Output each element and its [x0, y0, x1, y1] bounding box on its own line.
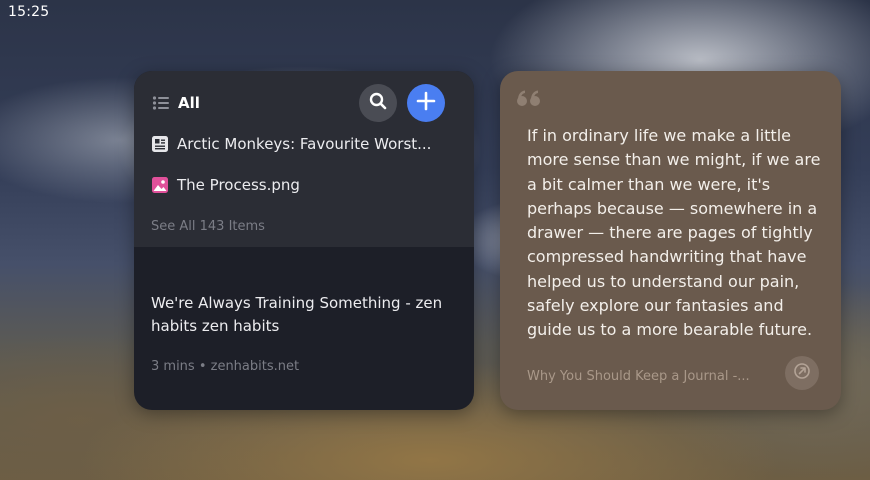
filter-header[interactable]: All	[152, 91, 200, 115]
library-list-section: All Arctic Monkeys: Favourite Worst... T…	[134, 71, 474, 247]
list-item-title: Arctic Monkeys: Favourite Worst...	[177, 135, 432, 153]
featured-article-meta: 3 mins • zenhabits.net	[151, 359, 300, 374]
search-icon	[368, 91, 388, 115]
open-source-button[interactable]	[785, 356, 819, 390]
article-icon	[151, 135, 169, 153]
add-button[interactable]	[407, 84, 445, 122]
image-icon	[151, 176, 169, 194]
list-icon	[152, 95, 170, 111]
filter-label: All	[178, 94, 200, 112]
list-item[interactable]: Arctic Monkeys: Favourite Worst...	[151, 133, 431, 155]
status-time: 15:25	[8, 4, 50, 20]
quote-icon	[516, 89, 542, 109]
list-item[interactable]: The Process.png	[151, 174, 300, 196]
featured-article-title[interactable]: We're Always Training Something - zen ha…	[151, 292, 451, 338]
search-button[interactable]	[359, 84, 397, 122]
quote-widget[interactable]: If in ordinary life we make a little mor…	[500, 71, 841, 410]
library-widget[interactable]: All Arctic Monkeys: Favourite Worst... T…	[134, 71, 474, 410]
see-all-link[interactable]: See All 143 Items	[151, 219, 265, 234]
quote-text: If in ordinary life we make a little mor…	[527, 126, 821, 340]
plus-icon	[416, 91, 436, 115]
quote-source[interactable]: Why You Should Keep a Journal -...	[527, 369, 767, 384]
list-item-title: The Process.png	[177, 176, 300, 194]
external-link-icon	[793, 362, 811, 384]
